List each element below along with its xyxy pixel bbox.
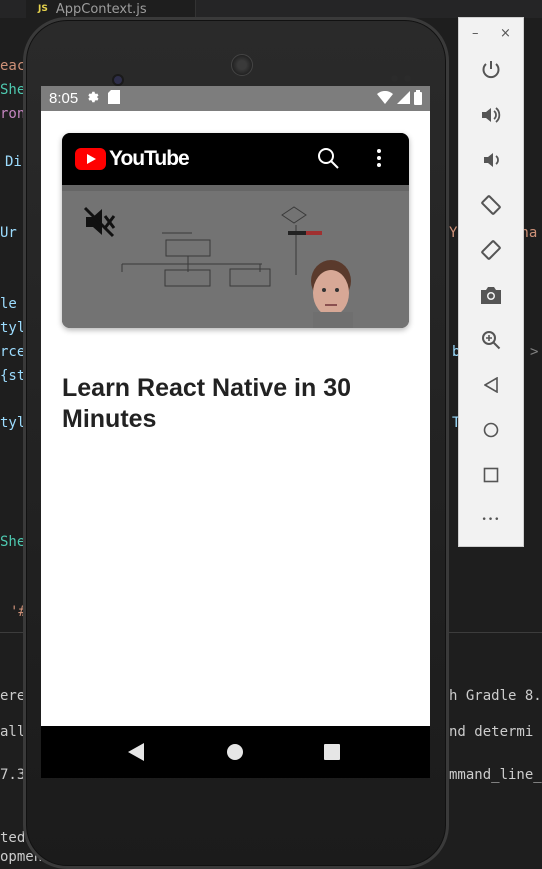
nav-overview-icon[interactable] [324, 744, 340, 760]
terminal-line: ere [0, 688, 26, 704]
status-time: 8:05 [49, 90, 79, 107]
youtube-player[interactable]: YouTube [62, 133, 409, 328]
youtube-top-bar: YouTube [62, 133, 409, 185]
editor-tab-bar: JS AppContext.js [0, 0, 542, 18]
terminal-line: all [0, 724, 26, 740]
code-fragment: le [0, 296, 17, 312]
rotate-left-icon[interactable] [479, 193, 503, 217]
code-fragment: She [0, 534, 26, 550]
volume-up-icon[interactable] [479, 103, 503, 127]
camera-icon[interactable] [479, 283, 503, 307]
youtube-logo[interactable]: YouTube [75, 147, 190, 171]
phone-sensors [391, 75, 419, 83]
code-fragment: {st [0, 368, 26, 384]
phone-screen: 8:05 YouTube Learn React Native in 30 Mi… [41, 86, 430, 778]
more-icon[interactable]: ••• [479, 508, 503, 532]
overview-icon[interactable] [479, 463, 503, 487]
code-fragment: rce [0, 344, 26, 360]
terminal-line: mmand_line_ [449, 767, 542, 783]
power-icon[interactable] [479, 58, 503, 82]
mute-icon[interactable] [82, 205, 116, 243]
terminal-line: h Gradle 8. [449, 688, 542, 704]
settings-icon [86, 90, 100, 108]
code-fragment: Di [5, 154, 22, 170]
js-file-icon: JS [38, 4, 48, 14]
volume-down-icon[interactable] [479, 148, 503, 172]
presenter-webcam-image [303, 257, 363, 328]
sd-card-icon [108, 89, 121, 108]
code-fragment: tyl [0, 320, 26, 336]
close-button[interactable]: × [500, 26, 511, 41]
zoom-icon[interactable] [479, 328, 503, 352]
rotate-right-icon[interactable] [479, 238, 503, 262]
wifi-icon [377, 90, 393, 108]
minimize-button[interactable]: – [472, 26, 479, 41]
back-icon[interactable] [479, 373, 503, 397]
android-nav-bar [41, 726, 430, 778]
editor-tab-appcontext[interactable]: JS AppContext.js [26, 0, 196, 18]
code-fragment: eac [0, 58, 26, 74]
home-icon[interactable] [479, 418, 503, 442]
terminal-line: 7.3 [0, 767, 26, 783]
code-fragment: > [530, 344, 539, 360]
cell-signal-icon [397, 91, 410, 108]
phone-speaker [231, 54, 253, 76]
emulator-toolbar: – × ••• [458, 17, 524, 547]
video-thumbnail[interactable] [62, 185, 409, 328]
code-fragment: ron [0, 106, 26, 122]
search-icon[interactable] [317, 147, 339, 173]
code-fragment: Y [449, 225, 458, 241]
code-fragment: She [0, 82, 26, 98]
more-vert-icon[interactable] [376, 149, 382, 171]
youtube-play-icon [75, 148, 106, 170]
code-fragment: tyl [0, 415, 26, 431]
editor-tab-label: AppContext.js [55, 1, 147, 17]
battery-icon [414, 90, 422, 109]
status-bar: 8:05 [41, 86, 430, 111]
video-title: Learn React Native in 30 Minutes [62, 374, 352, 433]
code-fragment: Ur [0, 225, 17, 241]
youtube-wordmark: YouTube [109, 147, 190, 170]
nav-back-icon[interactable] [128, 743, 144, 765]
terminal-line: nd determi [449, 724, 534, 740]
nav-home-icon[interactable] [227, 744, 243, 760]
front-camera [112, 74, 124, 86]
